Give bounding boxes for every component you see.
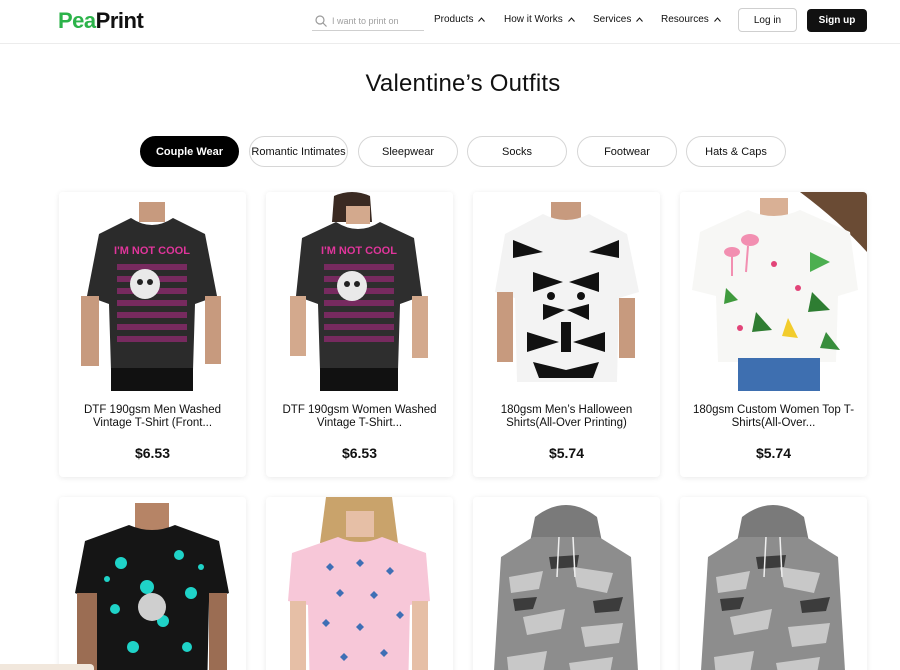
- login-button[interactable]: Log in: [738, 8, 797, 32]
- cookie-banner-edge[interactable]: [0, 664, 94, 670]
- tab-socks[interactable]: Socks: [467, 136, 567, 167]
- nav-services[interactable]: Services: [593, 14, 644, 25]
- product-card[interactable]: I'M NOT COOL DTF 190gsm Men Washed Vinta…: [59, 192, 246, 477]
- nav-services-label: Services: [593, 14, 632, 25]
- category-tabs: Couple Wear Romantic Intimates Sleepwear…: [0, 136, 900, 168]
- product-name[interactable]: DTF 190gsm Women Washed Vintage T-Shirt.…: [274, 404, 445, 430]
- logo-pea: Pea: [58, 8, 96, 33]
- search-input[interactable]: [332, 15, 422, 26]
- product-price: $5.74: [548, 445, 585, 461]
- nav-resources[interactable]: Resources: [661, 14, 721, 25]
- product-card[interactable]: [473, 497, 660, 670]
- tab-hats-caps[interactable]: Hats & Caps: [686, 136, 786, 167]
- chevron-up-icon: [713, 17, 721, 22]
- product-image[interactable]: I'M NOT COOL: [266, 192, 453, 391]
- product-name[interactable]: 180gsm Custom Women Top T-Shirts(All-Ove…: [688, 404, 859, 430]
- product-name[interactable]: DTF 190gsm Men Washed Vintage T-Shirt (F…: [67, 404, 238, 430]
- search-bar[interactable]: [312, 11, 424, 31]
- product-card[interactable]: [266, 497, 453, 670]
- product-card[interactable]: 180gsm Custom Women Top T-Shirts(All-Ove…: [680, 192, 867, 477]
- site-header: PeaPrint Products How it Works Services …: [0, 0, 900, 44]
- tab-sleepwear[interactable]: Sleepwear: [358, 136, 458, 167]
- shirt-print-text: I'M NOT COOL: [114, 245, 190, 257]
- tab-footwear[interactable]: Footwear: [577, 136, 677, 167]
- product-image[interactable]: [59, 497, 246, 670]
- product-image[interactable]: [680, 192, 867, 391]
- nav-how-it-works[interactable]: How it Works: [504, 14, 575, 25]
- tab-romantic-intimates[interactable]: Romantic Intimates: [249, 136, 348, 167]
- nav-how-it-works-label: How it Works: [504, 14, 563, 25]
- search-icon: [315, 14, 327, 27]
- signup-button[interactable]: Sign up: [807, 9, 867, 32]
- product-card[interactable]: 180gsm Men’s Halloween Shirts(All-Over P…: [473, 192, 660, 477]
- page-title: Valentine’s Outfits: [365, 70, 561, 97]
- shirt-print-text: I'M NOT COOL: [321, 245, 397, 257]
- product-price: $5.74: [755, 445, 792, 461]
- product-card[interactable]: I'M NOT COOL DTF 190gsm Women Washed Vin…: [266, 192, 453, 477]
- brand-logo[interactable]: PeaPrint: [58, 8, 144, 34]
- chevron-up-icon: [636, 17, 644, 22]
- product-image[interactable]: [473, 497, 660, 670]
- tab-couple-wear[interactable]: Couple Wear: [140, 136, 239, 167]
- chevron-up-icon: [567, 17, 575, 22]
- product-image[interactable]: [473, 192, 660, 391]
- product-image[interactable]: I'M NOT COOL: [59, 192, 246, 391]
- logo-print: Print: [95, 8, 144, 33]
- product-card[interactable]: [59, 497, 246, 670]
- product-card[interactable]: [680, 497, 867, 670]
- chevron-up-icon: [478, 17, 486, 22]
- product-price: $6.53: [341, 445, 378, 461]
- product-image[interactable]: [266, 497, 453, 670]
- nav-products[interactable]: Products: [434, 14, 486, 25]
- nav-resources-label: Resources: [661, 14, 709, 25]
- nav-products-label: Products: [434, 14, 474, 25]
- product-image[interactable]: [680, 497, 867, 670]
- product-name[interactable]: 180gsm Men’s Halloween Shirts(All-Over P…: [481, 404, 652, 430]
- product-price: $6.53: [134, 445, 171, 461]
